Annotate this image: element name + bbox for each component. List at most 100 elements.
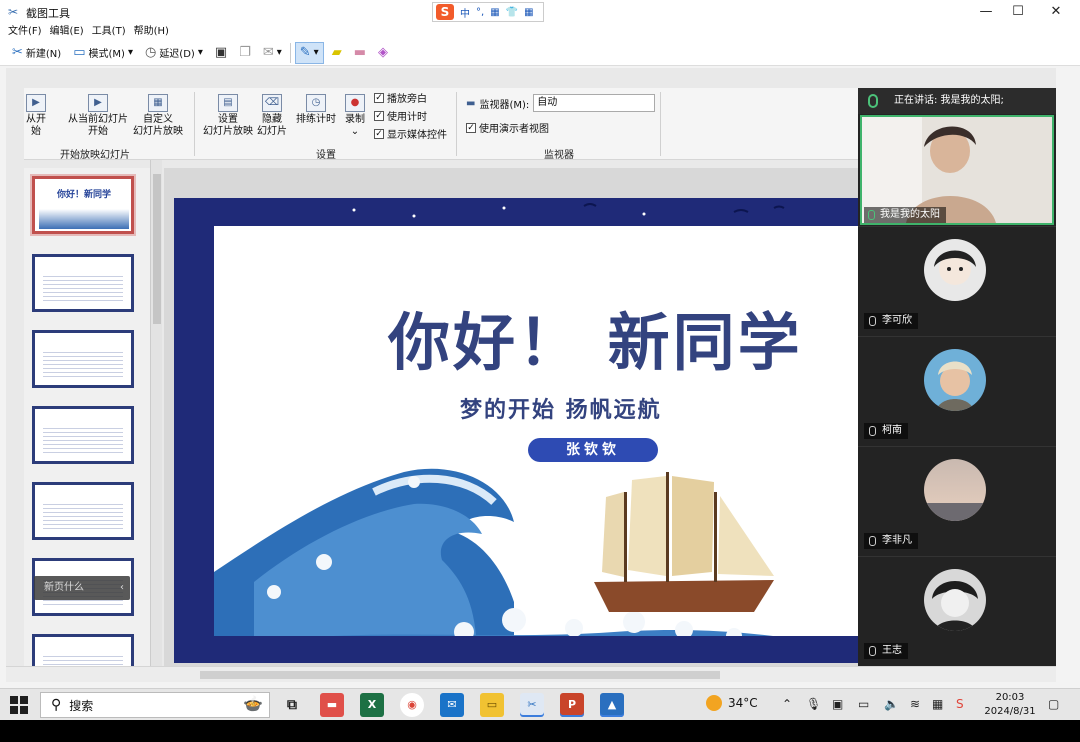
- chrome-icon[interactable]: ◉: [400, 693, 424, 717]
- slide-thumbnail-2[interactable]: [32, 254, 134, 312]
- participant-tile[interactable]: 李可欣: [858, 226, 1056, 334]
- window-scrollbar[interactable]: [1056, 68, 1080, 666]
- monitor-row: ▬ 监视器(M): 自动: [466, 94, 656, 112]
- sogou-tray-icon[interactable]: S: [956, 697, 964, 711]
- close-button[interactable]: ✕: [1044, 4, 1068, 20]
- ime-chinese[interactable]: 中: [460, 5, 470, 20]
- camera-icon[interactable]: ▣: [832, 697, 843, 711]
- slide-title: 你好！ 新同学: [388, 306, 803, 379]
- pen-button[interactable]: ✎ ▾: [294, 41, 324, 64]
- mode-button[interactable]: ▭ 模式(M) ▾: [69, 42, 137, 64]
- record-button[interactable]: ● 录制 ⌄: [340, 94, 370, 138]
- ime-toolbar[interactable]: S 中 °, ▦ 👕 ▦: [432, 2, 544, 22]
- weather-sun-icon: [706, 695, 722, 711]
- custom-slideshow-button[interactable]: ▦ 自定义 幻灯片放映: [120, 94, 196, 138]
- group-monitor: 监视器: [544, 150, 574, 161]
- ime-skin-icon[interactable]: 👕: [506, 7, 518, 18]
- mail-icon[interactable]: ✉: [440, 693, 464, 717]
- thumbnail-scrollbar[interactable]: [150, 160, 162, 666]
- speaking-indicator: 正在讲话: 我是我的太阳;: [858, 88, 1056, 114]
- eraser-icon: ▬: [353, 45, 366, 60]
- sogou-logo-icon[interactable]: S: [436, 4, 454, 20]
- snipping-tool-icon[interactable]: ✂: [520, 693, 544, 717]
- rehearse-timings-button[interactable]: ◷ 排练计时: [294, 94, 338, 126]
- participant-tile[interactable]: 柯南: [858, 336, 1056, 444]
- current-slide[interactable]: 你好！ 新同学 梦的开始 扬帆远航 张钦钦: [174, 198, 864, 663]
- slide-thumbnail-7[interactable]: [32, 634, 134, 666]
- clock-icon: ◷: [144, 45, 157, 60]
- volume-icon[interactable]: 🔈: [884, 697, 899, 711]
- monitor-select[interactable]: 自动: [533, 94, 656, 112]
- app-red-icon[interactable]: ▬: [320, 693, 344, 717]
- highlighter-button[interactable]: ▰: [328, 42, 346, 64]
- maximize-button[interactable]: ☐: [1006, 4, 1030, 20]
- floating-popup[interactable]: 新页什么 ‹: [34, 576, 130, 600]
- weather-widget[interactable]: 34°C: [706, 695, 758, 711]
- notification-icon[interactable]: ▢: [1048, 697, 1059, 711]
- menu-file[interactable]: 文件(F): [8, 24, 42, 40]
- new-button[interactable]: ✂ 新建(N): [8, 42, 65, 64]
- powerpoint-icon[interactable]: P: [560, 693, 584, 717]
- ime-tools-icon[interactable]: ▦: [524, 7, 533, 18]
- hide-slide-button[interactable]: ⌫ 隐藏 幻灯片: [252, 94, 292, 138]
- slide-thumbnail-4[interactable]: [32, 406, 134, 464]
- windows-start-icon[interactable]: [10, 696, 28, 714]
- slide-thumbnail-3[interactable]: [32, 330, 134, 388]
- scissors-icon: ✂: [8, 5, 19, 19]
- send-button[interactable]: ✉ ▾: [259, 42, 286, 64]
- search-promo-icon: 🍲: [243, 694, 263, 713]
- horizontal-scrollbar[interactable]: [6, 666, 1056, 682]
- ime-punct[interactable]: °,: [476, 7, 484, 18]
- menu-help[interactable]: 帮助(H): [134, 24, 169, 40]
- captured-screen: ▶ 从开始 ▶ 从当前幻灯片 开始 ▦ 自定义 幻灯片放映 开始放映幻灯片 ▤ …: [6, 68, 1056, 666]
- scrollbar-thumb[interactable]: [200, 671, 720, 679]
- copy-icon: ❐: [239, 45, 251, 60]
- wifi-icon[interactable]: ≋: [910, 697, 920, 711]
- chevron-left-icon[interactable]: ‹: [120, 576, 124, 600]
- excel-icon[interactable]: X: [360, 693, 384, 717]
- presenter-view-checkbox[interactable]: ✓ 使用演示者视图: [466, 120, 549, 135]
- chevron-down-icon: ▾: [276, 47, 282, 58]
- save-icon: ▣: [214, 45, 228, 60]
- minimize-button[interactable]: —: [974, 4, 998, 20]
- taskbar-clock[interactable]: 20:03 2024/8/31: [980, 691, 1040, 719]
- paint3d-button[interactable]: ◈: [374, 42, 392, 64]
- screen-bezel: [0, 720, 1080, 742]
- delay-button[interactable]: ◷ 延迟(D) ▾: [141, 42, 207, 64]
- save-button[interactable]: ▣: [211, 42, 231, 64]
- pen-icon: ✎: [299, 45, 311, 60]
- chevron-down-icon: ⌄: [350, 126, 360, 137]
- participant-tile[interactable]: 王志: [858, 556, 1056, 664]
- media-controls-checkbox[interactable]: ✓ 显示媒体控件: [374, 126, 447, 141]
- ribbon-divider: [194, 92, 195, 156]
- use-timings-checkbox[interactable]: ✓ 使用计时: [374, 108, 427, 123]
- slide-thumbnail-1[interactable]: 你好！新同学: [30, 174, 136, 236]
- active-speaker-video[interactable]: 我是我的太阳: [860, 115, 1054, 225]
- participant-tile[interactable]: 李非凡: [858, 446, 1056, 554]
- eraser-button[interactable]: ▬: [350, 42, 370, 64]
- meeting-app-icon[interactable]: ▲: [600, 693, 624, 717]
- battery-icon[interactable]: ▭: [858, 697, 869, 711]
- microphone-icon[interactable]: 🎙: [806, 697, 821, 711]
- ribbon-divider: [660, 92, 661, 156]
- task-view-icon[interactable]: ⧉: [280, 693, 304, 717]
- taskbar-search[interactable]: ⚲ 搜索 🍲: [40, 692, 270, 718]
- network-icon[interactable]: ▦: [932, 697, 943, 711]
- chevron-up-icon[interactable]: ⌃: [782, 697, 792, 711]
- menu-edit[interactable]: 编辑(E): [50, 24, 84, 40]
- play-narration-checkbox[interactable]: ✓ 播放旁白: [374, 90, 427, 105]
- search-icon: ⚲: [51, 697, 62, 713]
- copy-button[interactable]: ❐: [235, 42, 255, 64]
- menu-tools[interactable]: 工具(T): [92, 24, 126, 40]
- slide-thumbnail-5[interactable]: [32, 482, 134, 540]
- from-start-button[interactable]: ▶ 从开始: [24, 94, 48, 138]
- window-title: 截图工具: [26, 7, 70, 20]
- chevron-down-icon: ▾: [127, 47, 133, 58]
- checkmark-icon: ✓: [374, 92, 384, 103]
- setup-slideshow-button[interactable]: ▤ 设置 幻灯片放映: [200, 94, 256, 138]
- slideshow-icon: ▶: [26, 94, 46, 112]
- participant-name-tag: 我是我的太阳: [864, 207, 946, 223]
- powerpoint-ribbon: ▶ 从开始 ▶ 从当前幻灯片 开始 ▦ 自定义 幻灯片放映 开始放映幻灯片 ▤ …: [24, 88, 862, 161]
- ime-keyboard-icon[interactable]: ▦: [490, 7, 499, 18]
- file-explorer-icon[interactable]: ▭: [480, 693, 504, 717]
